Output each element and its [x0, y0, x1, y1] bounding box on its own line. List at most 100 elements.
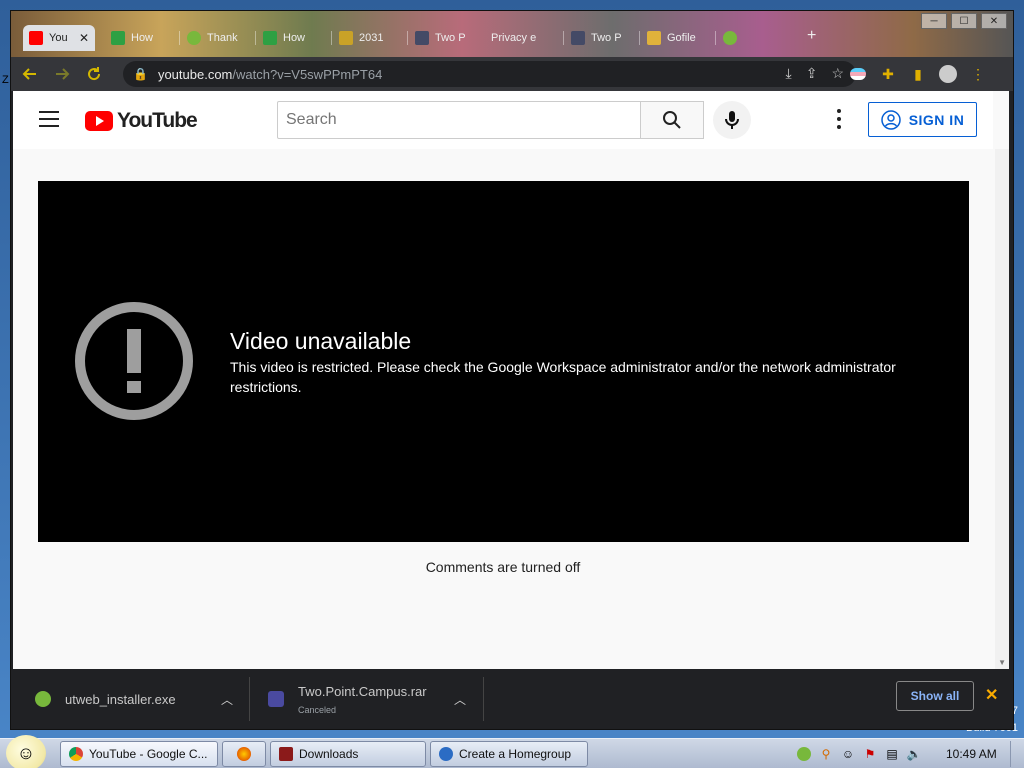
address-bar[interactable]: 🔒 youtube.com/watch?v=V5swPPmPT64 ⤓ ⇪ ☆: [123, 61, 856, 87]
tab-label: Two P: [591, 32, 622, 44]
maximize-button[interactable]: ☐: [951, 13, 977, 29]
action-center-flag-icon[interactable]: ⚑: [862, 746, 878, 762]
tab-label: Two P: [435, 32, 466, 44]
utorrent-favicon-icon: [723, 31, 737, 45]
messenger-tray-icon[interactable]: ☺: [840, 746, 856, 762]
download-favicon-icon: [263, 31, 277, 45]
tab-utorrent[interactable]: [717, 25, 789, 51]
show-desktop-button[interactable]: [1010, 741, 1022, 767]
tab-label: You: [49, 32, 68, 44]
search-tray-icon[interactable]: ⚲: [818, 746, 834, 762]
new-tab-button[interactable]: +: [807, 27, 816, 45]
error-title: Video unavailable: [230, 328, 412, 354]
downloads-folder-icon: [279, 747, 293, 761]
youtube-play-icon: [85, 111, 113, 131]
tab-label: 2031: [359, 32, 384, 44]
flag-extension-icon[interactable]: [849, 65, 867, 83]
sign-in-label: SIGN IN: [908, 111, 965, 128]
tab-label: Privacy e: [491, 32, 537, 44]
tab-label: How: [131, 32, 154, 44]
window-controls: ─ ☐ ✕: [921, 13, 1007, 29]
tab-two-point-1[interactable]: Two P: [409, 25, 481, 51]
share-icon[interactable]: ⇪: [806, 65, 818, 82]
volume-icon[interactable]: 🔈: [906, 746, 922, 762]
close-shelf-icon[interactable]: ✕: [985, 685, 998, 705]
show-all-downloads-button[interactable]: Show all: [896, 681, 974, 711]
tab-how-1[interactable]: How: [105, 25, 177, 51]
download-filename: utweb_installer.exe: [65, 691, 176, 707]
edit-favicon-icon: [571, 31, 585, 45]
rar-archive-icon: [268, 691, 284, 707]
page-scrollbar[interactable]: ▼: [995, 149, 1009, 669]
install-app-icon[interactable]: ⤓: [786, 65, 792, 82]
firefox-icon: [237, 747, 251, 761]
taskbar-item-homegroup[interactable]: Create a Homegroup: [430, 741, 588, 767]
taskbar-label: Downloads: [299, 747, 359, 761]
tab-privacy[interactable]: Privacy e: [485, 25, 563, 51]
youtube-logo[interactable]: YouTube: [85, 109, 198, 133]
download-options-chevron-icon[interactable]: ︿: [454, 677, 466, 721]
edit-favicon-icon: [415, 31, 429, 45]
tab-two-point-2[interactable]: Two P: [565, 25, 637, 51]
folder-favicon-icon: [647, 31, 661, 45]
browser-window: You ✕ How Thank How 2031 Two P Privacy e: [10, 10, 1014, 730]
youtube-favicon-icon: [29, 31, 43, 45]
browser-toolbar: 🔒 youtube.com/watch?v=V5swPPmPT64 ⤓ ⇪ ☆ …: [11, 57, 1013, 91]
browser-menu-icon[interactable]: ⋮: [969, 65, 987, 83]
hamburger-menu-icon[interactable]: [39, 111, 59, 127]
desktop-text: Z: [2, 74, 9, 86]
homegroup-icon: [439, 747, 453, 761]
utorrent-tray-icon[interactable]: [796, 746, 812, 762]
lock-icon: 🔒: [133, 67, 148, 81]
tab-thank[interactable]: Thank: [181, 25, 253, 51]
logo-wordmark: YouTube: [117, 109, 198, 132]
start-button[interactable]: ☺: [6, 735, 46, 768]
reload-button[interactable]: [81, 61, 107, 87]
video-player: Video unavailable This video is restrict…: [38, 181, 969, 542]
forward-button[interactable]: [49, 61, 75, 87]
youtube-header: YouTube SIGN IN: [13, 91, 993, 149]
chrome-icon: [69, 747, 83, 761]
taskbar-label: Create a Homegroup: [459, 747, 572, 761]
tab-label: How: [283, 32, 306, 44]
forward-arrow-icon: [56, 68, 70, 80]
download-favicon-icon: [111, 31, 125, 45]
utorrent-favicon-icon: [187, 31, 201, 45]
download-options-chevron-icon[interactable]: ︿: [221, 677, 233, 721]
download-item-utweb[interactable]: utweb_installer.exe: [35, 677, 176, 721]
back-button[interactable]: [17, 61, 43, 87]
error-message: This video is restricted. Please check t…: [230, 359, 896, 395]
reload-icon: [88, 67, 101, 81]
side-panel-icon[interactable]: ▮: [909, 65, 927, 83]
tab-2031[interactable]: 2031: [333, 25, 405, 51]
url-path: /watch?v=V5swPPmPT64: [232, 66, 383, 82]
download-item-two-point-campus[interactable]: Two.Point.Campus.rar Canceled: [268, 677, 427, 721]
sign-in-button[interactable]: SIGN IN: [868, 102, 977, 137]
scroll-down-arrow-icon[interactable]: ▼: [998, 658, 1006, 667]
taskbar-label: YouTube - Google C...: [89, 747, 208, 761]
tab-close-icon[interactable]: ✕: [75, 31, 89, 45]
taskbar-item-firefox[interactable]: [222, 741, 266, 767]
comments-status: Comments are turned off: [425, 559, 581, 575]
back-arrow-icon: [22, 68, 36, 80]
exclamation-warning-icon: [75, 302, 193, 420]
profile-avatar-icon[interactable]: [939, 65, 957, 83]
tab-youtube[interactable]: You ✕: [23, 25, 95, 51]
tab-how-2[interactable]: How: [257, 25, 329, 51]
puzzle-extensions-icon[interactable]: ✚: [879, 65, 897, 83]
more-options-icon[interactable]: [833, 107, 845, 131]
tab-label: Gofile: [667, 32, 696, 44]
taskbar-item-downloads[interactable]: Downloads: [270, 741, 426, 767]
minimize-button[interactable]: ─: [921, 13, 947, 29]
extensions-area: ✚ ▮ ⋮: [849, 57, 987, 91]
taskbar-clock[interactable]: 10:49 AM: [946, 747, 997, 761]
windows-taskbar: ☺ YouTube - Google C... Downloads Create…: [0, 735, 1024, 768]
voice-search-button[interactable]: [713, 101, 751, 139]
search-button[interactable]: [640, 101, 704, 139]
close-window-button[interactable]: ✕: [981, 13, 1007, 29]
network-icon[interactable]: ▤: [884, 746, 900, 762]
taskbar-item-chrome[interactable]: YouTube - Google C...: [60, 741, 218, 767]
bookmark-star-icon[interactable]: ☆: [831, 65, 844, 82]
search-input[interactable]: [277, 101, 641, 139]
tab-gofile[interactable]: Gofile: [641, 25, 713, 51]
